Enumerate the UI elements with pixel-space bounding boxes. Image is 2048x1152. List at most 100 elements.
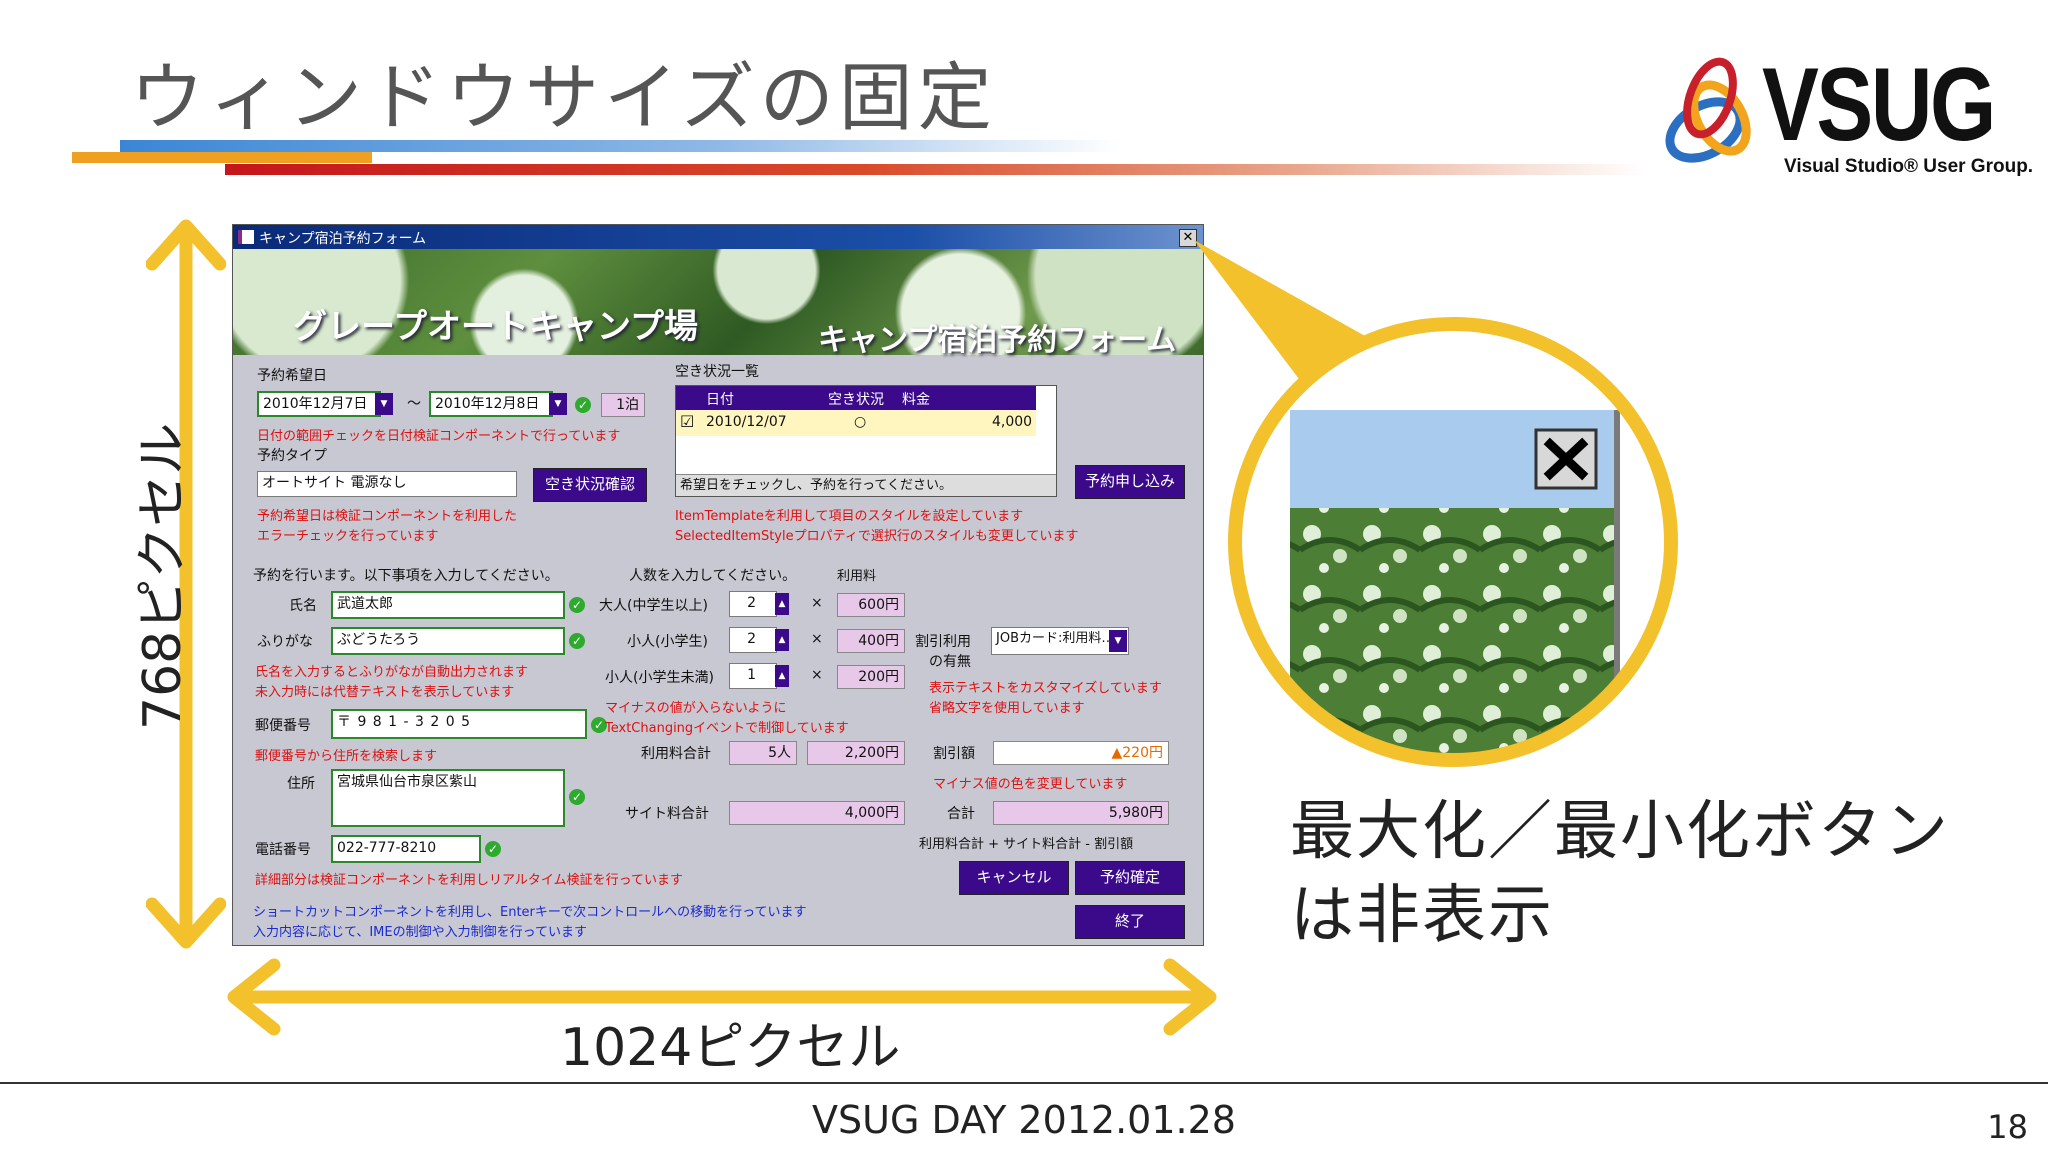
- shortcut-note-2: 入力内容に応じて、IMEの制御や入力制御を行っています: [253, 925, 587, 940]
- times-icon: ×: [811, 667, 823, 683]
- name-field[interactable]: 武道太郎: [331, 591, 565, 619]
- site-total: 4,000円: [729, 801, 905, 825]
- banner-image: グレープオートキャンプ場 キャンプ宿泊予約フォーム: [233, 249, 1203, 358]
- check-ok-icon: ✓: [569, 597, 585, 613]
- discount-note-1: 表示テキストをカスタマイズしています: [929, 681, 1162, 696]
- reserve-type-label: 予約タイプ: [257, 448, 327, 464]
- kana-label: ふりがな: [257, 634, 313, 650]
- exit-button[interactable]: 終了: [1075, 905, 1185, 939]
- phone-field[interactable]: 022-777-8210: [331, 835, 481, 863]
- adult-label: 大人(中学生以上): [599, 598, 708, 614]
- grand-total: 5,980円: [993, 801, 1169, 825]
- confirm-button[interactable]: 予約確定: [1075, 861, 1185, 895]
- footer-text: VSUG DAY 2012.01.28: [812, 1098, 1236, 1142]
- detail-note: 詳細部分は検証コンポーネントを利用しリアルタイム検証を行っています: [255, 873, 683, 888]
- child-count-field[interactable]: 2: [729, 627, 777, 653]
- logo-text: VSUG: [1762, 47, 1996, 163]
- fee-total-people: 5人: [729, 741, 797, 765]
- infant-label: 小人(小学生未満): [605, 670, 714, 686]
- zoom-callout: [1194, 240, 1678, 767]
- discount-amount-note: マイナス値の色を変更しています: [933, 777, 1128, 792]
- discount-label-1: 割引利用: [915, 634, 971, 650]
- title-underline-red: [225, 164, 1645, 175]
- window-title: キャンプ宿泊予約フォーム: [259, 231, 427, 247]
- address-field[interactable]: 宮城県仙台市泉区紫山: [331, 769, 565, 827]
- grid-header: 日付 空き状況 料金: [676, 386, 1036, 410]
- type-note-1: 予約希望日は検証コンポーネントを利用した: [257, 509, 518, 524]
- check-ok-icon: ✓: [575, 397, 591, 413]
- callout-text: 最大化／最小化ボタン は非表示: [1290, 790, 1950, 958]
- reserve-type-field[interactable]: オートサイト 電源なし: [257, 471, 517, 497]
- fee-total-amount: 2,200円: [807, 741, 905, 765]
- minus-note-2: TextChangingイベントで制御しています: [605, 721, 849, 736]
- grid-note-1: ItemTemplateを利用して項目のスタイルを設定しています: [675, 509, 1024, 524]
- grid-note-2: SelectedItemStyleプロパティで選択行のスタイルも変更しています: [675, 529, 1079, 544]
- infant-stepper-icon[interactable]: ▲: [775, 665, 789, 687]
- date-from-field[interactable]: 2010年12月7日: [257, 391, 381, 417]
- page-number: 18: [1987, 1108, 2028, 1146]
- table-row[interactable]: ☑ 2010/12/07 ○ 4,000: [676, 410, 1036, 436]
- total-formula: 利用料合計 + サイト料合計 - 割引額: [919, 837, 1134, 852]
- callout-line-2: は非表示: [1290, 879, 1554, 953]
- times-icon: ×: [811, 595, 823, 611]
- grand-total-label: 合計: [947, 806, 975, 822]
- banner-right-text: キャンプ宿泊予約フォーム: [818, 323, 1177, 358]
- infant-fee: 200円: [837, 665, 905, 689]
- name-note-2: 未入力時には代替テキストを表示しています: [255, 685, 515, 700]
- discount-amount: ▲220円: [993, 741, 1169, 765]
- date-from-dropdown-icon[interactable]: ▼: [375, 393, 393, 415]
- availability-grid: 日付 空き状況 料金 ☑ 2010/12/07 ○ 4,000 希望日をチェック…: [675, 385, 1057, 497]
- banner-left-text: グレープオートキャンプ場: [293, 307, 698, 347]
- footer-divider: [0, 1082, 2048, 1084]
- title-underline-blue: [120, 140, 1120, 152]
- check-availability-button[interactable]: 空き状況確認: [533, 468, 647, 502]
- minus-note-1: マイナスの値が入らないように: [605, 701, 787, 716]
- phone-label: 電話番号: [255, 842, 311, 858]
- zip-field[interactable]: 〒 9 8 1 - 3 2 0 5: [331, 709, 587, 739]
- name-note-1: 氏名を入力するとふりがなが自動出力されます: [255, 665, 529, 680]
- type-note-2: エラーチェックを行っています: [257, 529, 439, 544]
- vsug-logo: VSUG Visual Studio® User Group.: [1650, 38, 2033, 188]
- grid-header-price: 料金: [902, 392, 930, 408]
- date-to-dropdown-icon[interactable]: ▼: [549, 393, 567, 415]
- grid-header-date: 日付: [706, 392, 734, 408]
- discount-note-2: 省略文字を使用しています: [929, 701, 1085, 716]
- personal-intro: 予約を行います。以下事項を入力してください。: [253, 568, 559, 584]
- grid-header-status: 空き状況: [828, 392, 884, 408]
- fee-total-label: 利用料合計: [641, 746, 711, 762]
- kana-field[interactable]: ぶどうたろう: [331, 627, 565, 655]
- zip-note: 郵便番号から住所を検索します: [255, 749, 438, 764]
- child-label: 小人(小学生): [627, 634, 708, 650]
- availability-label: 空き状況一覧: [675, 364, 759, 380]
- callout-line-1: 最大化／最小化ボタン: [1290, 795, 1950, 869]
- child-fee: 400円: [837, 629, 905, 653]
- adult-count-field[interactable]: 2: [729, 591, 777, 617]
- chevron-down-icon[interactable]: ▼: [1109, 630, 1127, 652]
- app-icon: [238, 230, 254, 244]
- discount-label-2: の有無: [929, 654, 971, 670]
- reserve-date-label: 予約希望日: [257, 368, 327, 384]
- logo-subtext: Visual Studio® User Group.: [1784, 156, 2034, 177]
- site-total-label: サイト料合計: [625, 806, 709, 822]
- zip-label: 郵便番号: [255, 718, 311, 734]
- name-label: 氏名: [289, 598, 317, 614]
- infant-count-field[interactable]: 1: [729, 663, 777, 689]
- shortcut-note-1: ショートカットコンポーネントを利用し、Enterキーで次コントロールへの移動を行…: [253, 905, 807, 920]
- adult-stepper-icon[interactable]: ▲: [775, 593, 789, 615]
- row-checkbox[interactable]: ☑: [680, 412, 694, 431]
- times-icon: ×: [811, 631, 823, 647]
- apply-button[interactable]: 予約申し込み: [1075, 465, 1185, 499]
- width-label: 1024ピクセル: [560, 1018, 901, 1078]
- adult-fee: 600円: [837, 593, 905, 617]
- address-label: 住所: [287, 776, 315, 792]
- grid-footer: 希望日をチェックし、予約を行ってください。: [676, 474, 1056, 496]
- title-underline-orange: [72, 152, 372, 163]
- child-stepper-icon[interactable]: ▲: [775, 629, 789, 651]
- date-note: 日付の範囲チェックを日付検証コンポーネントで行っています: [257, 429, 621, 444]
- tilde-label: ～: [407, 396, 421, 412]
- row-price: 4,000: [992, 414, 1033, 430]
- row-status: ○: [854, 414, 867, 430]
- check-ok-icon: ✓: [569, 633, 585, 649]
- cancel-button[interactable]: キャンセル: [959, 861, 1069, 895]
- date-to-field[interactable]: 2010年12月8日: [429, 391, 553, 417]
